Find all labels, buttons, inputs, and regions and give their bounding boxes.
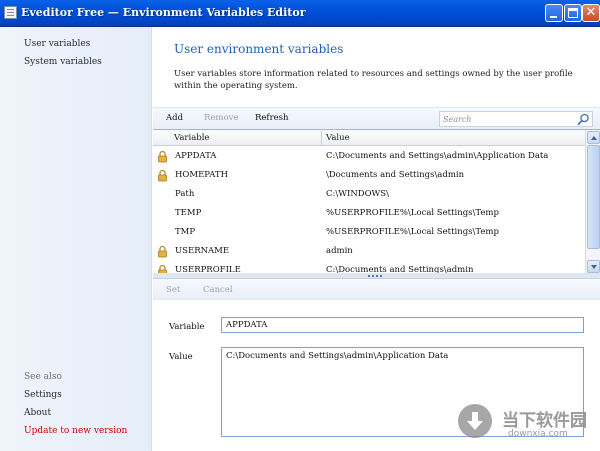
- sidebar: User variables System variables See also…: [0, 27, 152, 451]
- cancel-button[interactable]: Cancel: [203, 285, 233, 295]
- column-divider[interactable]: [321, 131, 322, 145]
- update-link[interactable]: Update to new version: [24, 426, 127, 436]
- lock-icon: [158, 264, 167, 273]
- variable-cell: APPDATA: [175, 151, 217, 161]
- see-also-label: See also: [24, 372, 62, 382]
- value-cell: \Documents and Settings\admin: [326, 170, 465, 180]
- variables-table: Variable Value APPDATA C:\Documents and S…: [153, 129, 600, 273]
- splitter-handle[interactable]: [153, 273, 600, 279]
- variable-cell: USERPROFILE: [175, 265, 241, 273]
- maximize-icon: [568, 8, 578, 18]
- download-arrow-icon: [458, 404, 492, 438]
- value-cell: admin: [326, 246, 353, 256]
- variable-cell: USERNAME: [175, 246, 230, 256]
- vertical-scrollbar[interactable]: [585, 130, 600, 273]
- table-row[interactable]: USERPROFILE C:\Documents and Settings\adm…: [153, 261, 585, 273]
- grip-icon: [368, 275, 384, 277]
- table-row[interactable]: APPDATA C:\Documents and Settings\admin\A…: [153, 147, 585, 166]
- scroll-up-button[interactable]: [587, 131, 600, 144]
- column-header-value[interactable]: Value: [326, 133, 350, 143]
- value-cell: C:\Documents and Settings\admin: [326, 265, 474, 273]
- table-row[interactable]: Path C:\WINDOWS\: [153, 185, 585, 204]
- settings-link[interactable]: Settings: [24, 390, 62, 400]
- magnifier-icon[interactable]: [577, 113, 590, 126]
- close-icon: ✕: [585, 5, 597, 20]
- variable-cell: HOMEPATH: [175, 170, 228, 180]
- value-field-label: Value: [169, 352, 193, 362]
- sidebar-item-user-variables[interactable]: User variables: [24, 39, 90, 49]
- chevron-down-icon: [591, 265, 597, 269]
- refresh-button[interactable]: Refresh: [255, 113, 289, 123]
- window-title: Eveditor Free — Environment Variables Ed…: [21, 6, 306, 19]
- column-header-variable[interactable]: Variable: [174, 133, 209, 143]
- table-row[interactable]: USERNAME admin: [153, 242, 585, 261]
- chevron-up-icon: [591, 136, 597, 140]
- value-cell: C:\Documents and Settings\admin\Applicat…: [326, 151, 549, 161]
- main-panel: User environment variables User variable…: [153, 27, 600, 451]
- watermark-url: downxia.com: [508, 429, 568, 439]
- table-header: Variable Value: [153, 130, 585, 146]
- toolbar: Add Remove Refresh: [153, 107, 600, 129]
- table-row[interactable]: HOMEPATH \Documents and Settings\admin: [153, 166, 585, 185]
- lock-icon: [158, 245, 167, 258]
- value-cell: %USERPROFILE%\Local Settings\Temp: [326, 227, 499, 237]
- variable-cell: TMP: [175, 227, 196, 237]
- remove-button[interactable]: Remove: [204, 113, 238, 123]
- app-icon: [4, 6, 17, 19]
- value-cell: C:\WINDOWS\: [326, 189, 389, 199]
- table-row[interactable]: TEMP %USERPROFILE%\Local Settings\Temp: [153, 204, 585, 223]
- lock-icon: [158, 169, 167, 182]
- variable-cell: Path: [175, 189, 195, 199]
- variable-cell: TEMP: [175, 208, 202, 218]
- minimize-icon: [550, 16, 557, 18]
- title-bar[interactable]: Eveditor Free — Environment Variables Ed…: [0, 0, 600, 27]
- watermark-logo: 当下软件园 downxia.com: [458, 404, 598, 450]
- edit-toolbar: Set Cancel: [153, 280, 600, 300]
- search-input[interactable]: [443, 113, 571, 125]
- scroll-down-button[interactable]: [587, 260, 600, 273]
- search-box[interactable]: [439, 111, 593, 127]
- add-button[interactable]: Add: [166, 113, 183, 123]
- maximize-button[interactable]: [564, 4, 582, 22]
- value-cell: %USERPROFILE%\Local Settings\Temp: [326, 208, 499, 218]
- lock-icon: [158, 150, 167, 163]
- minimize-button[interactable]: [545, 4, 563, 22]
- variable-name-field[interactable]: [221, 317, 584, 333]
- close-button[interactable]: ✕: [582, 4, 600, 22]
- page-description: User variables store information related…: [174, 69, 573, 91]
- set-button[interactable]: Set: [166, 285, 180, 295]
- scroll-thumb[interactable]: [587, 145, 600, 249]
- watermark-name: 当下软件园: [502, 411, 587, 431]
- sidebar-item-system-variables[interactable]: System variables: [24, 57, 102, 67]
- variable-field-label: Variable: [169, 322, 205, 332]
- page-title: User environment variables: [174, 42, 344, 56]
- table-row[interactable]: TMP %USERPROFILE%\Local Settings\Temp: [153, 223, 585, 242]
- about-link[interactable]: About: [24, 408, 51, 418]
